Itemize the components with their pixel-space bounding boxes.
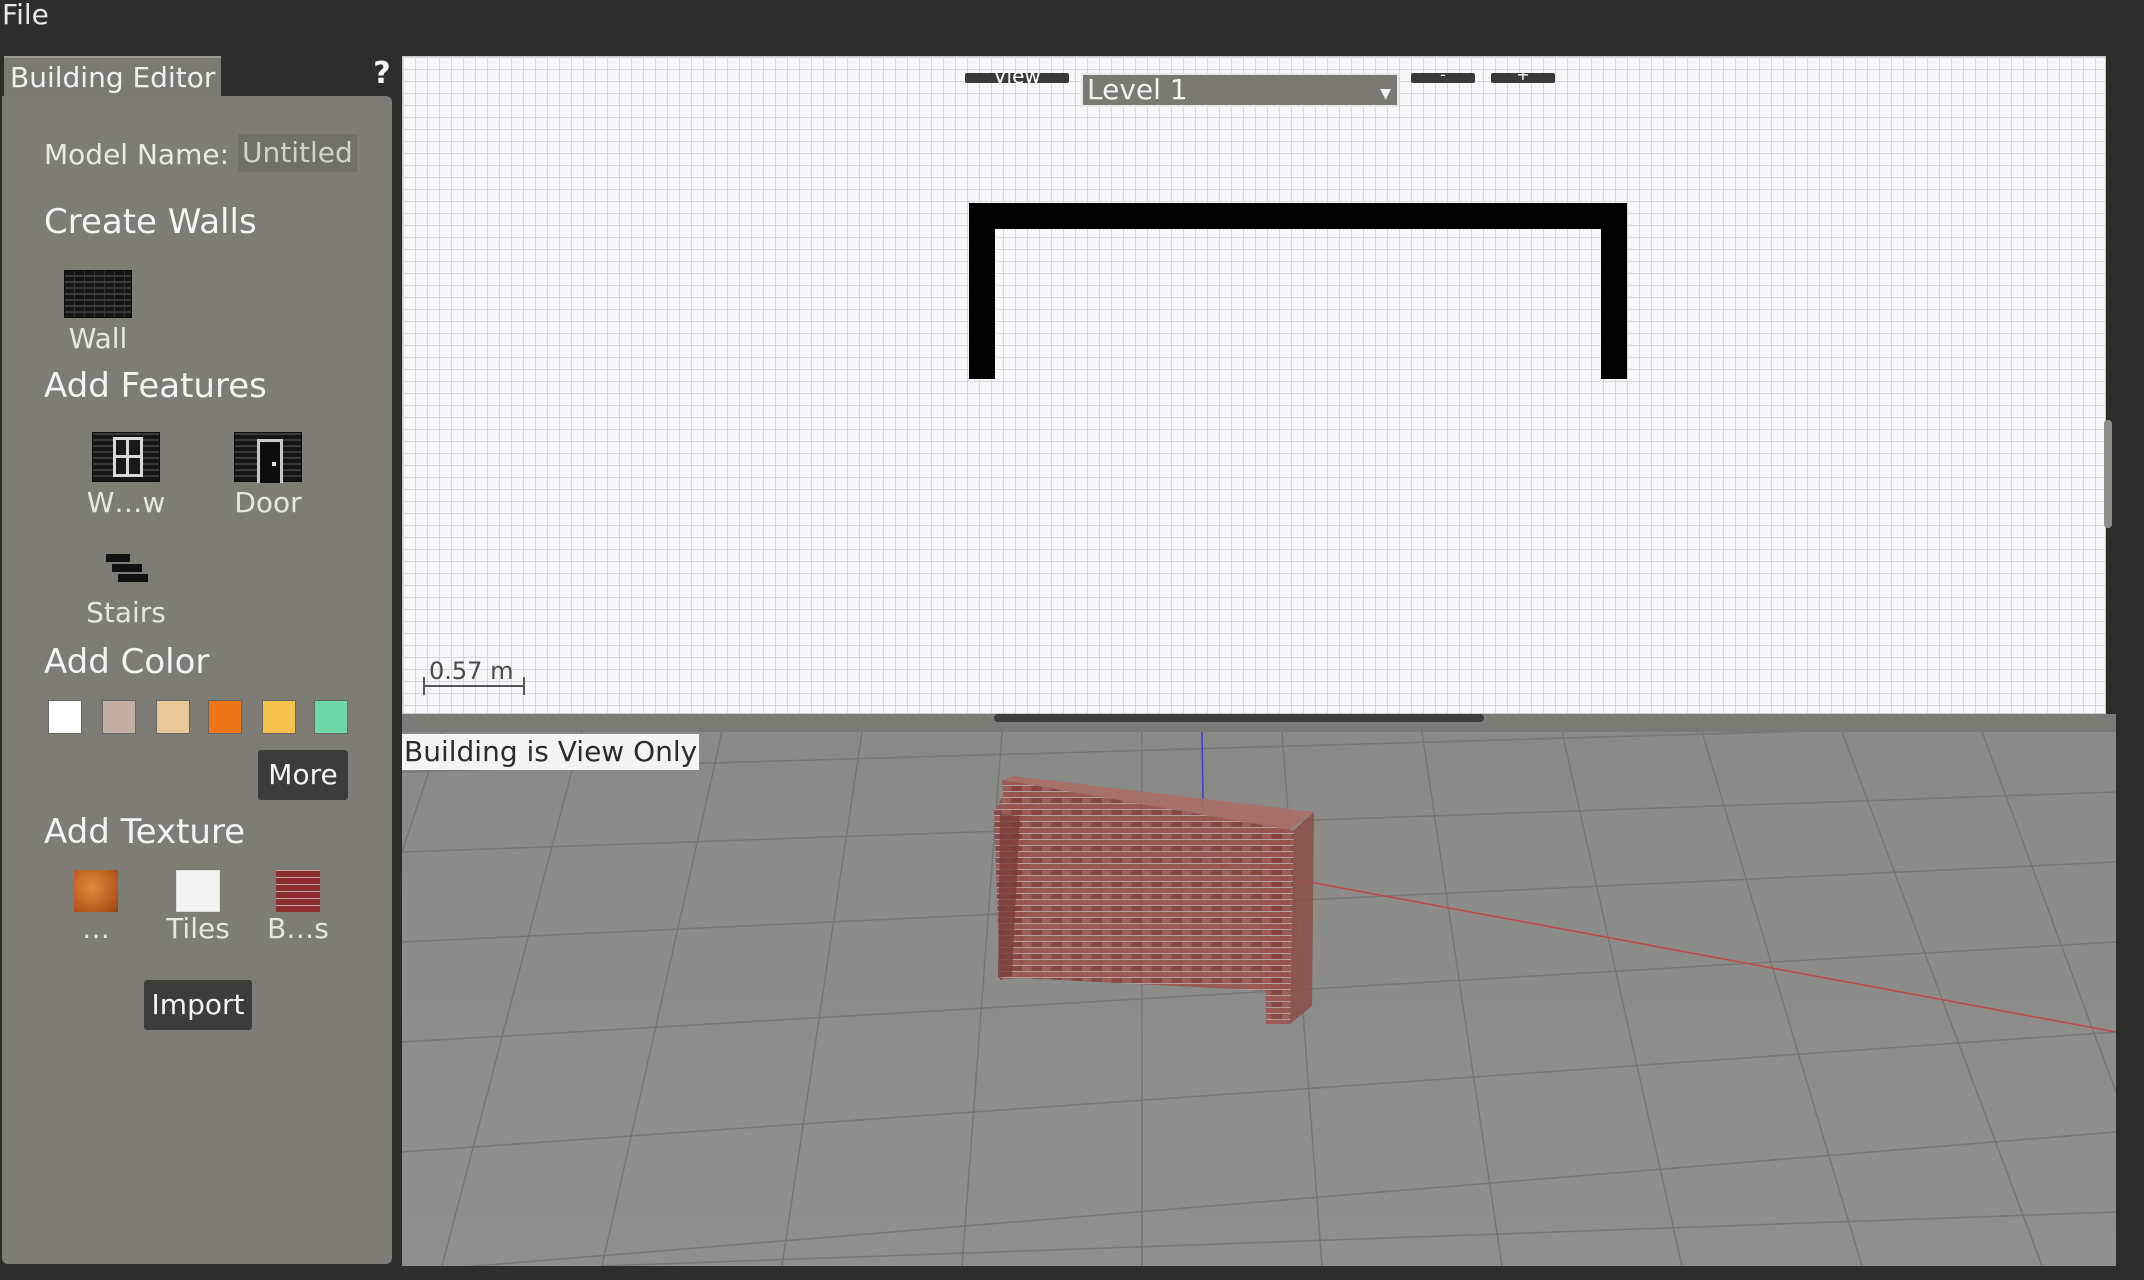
- wall-tool-label: Wall: [68, 322, 128, 355]
- panel-splitter-handle[interactable]: [393, 650, 397, 670]
- stairs-icon: [102, 552, 150, 588]
- view-3d-canvas[interactable]: Building is View Only: [402, 732, 2116, 1266]
- stairs-tool-label: Stairs: [86, 596, 166, 629]
- wood-texture-icon: [74, 870, 118, 912]
- building-editor-panel: Model Name: Untitled Create Walls Wall A…: [2, 96, 392, 1264]
- add-texture-heading: Add Texture: [44, 812, 246, 852]
- model-name-field[interactable]: Untitled: [238, 134, 357, 172]
- view-button[interactable]: View: [965, 73, 1069, 83]
- door-tool-button[interactable]: Door: [218, 432, 318, 519]
- tiles-texture-icon: [176, 870, 220, 912]
- model-name-label: Model Name:: [44, 138, 230, 171]
- menu-bar: File: [0, 0, 2144, 54]
- texture-tiles-button[interactable]: Tiles: [150, 870, 246, 945]
- brick-texture-icon: [276, 870, 320, 912]
- building-editor-tab[interactable]: Building Editor: [4, 56, 222, 96]
- color-swatch-mint[interactable]: [314, 700, 348, 734]
- window-tool-label: W…w: [86, 486, 166, 519]
- wall-segment-left[interactable]: [969, 203, 995, 379]
- create-walls-heading: Create Walls: [44, 202, 257, 242]
- import-button[interactable]: Import: [144, 980, 252, 1030]
- scale-bar: [423, 677, 525, 695]
- texture-wood-button[interactable]: …: [48, 870, 144, 945]
- stairs-tool-button[interactable]: Stairs: [76, 552, 176, 629]
- wall-tool-button[interactable]: Wall: [58, 270, 138, 355]
- texture-tiles-label: Tiles: [166, 912, 230, 945]
- view-3d-scene: [402, 732, 2116, 1266]
- color-swatch-white[interactable]: [48, 700, 82, 734]
- right-gutter: [2112, 56, 2144, 1266]
- texture-wood-label: …: [82, 912, 110, 945]
- vertical-scrollbar-thumb[interactable]: [2104, 420, 2112, 528]
- level-select-value: Level 1: [1087, 73, 1188, 106]
- horizontal-scrollbar[interactable]: [994, 714, 1484, 722]
- window-tool-button[interactable]: W…w: [76, 432, 176, 519]
- door-tool-label: Door: [234, 486, 302, 519]
- color-swatch-tan[interactable]: [156, 700, 190, 734]
- texture-bricks-button[interactable]: B…s: [250, 870, 346, 945]
- color-swatch-taupe[interactable]: [102, 700, 136, 734]
- color-swatch-orange[interactable]: [208, 700, 242, 734]
- menu-file-label: File: [2, 0, 49, 31]
- door-icon: [234, 432, 302, 483]
- add-features-heading: Add Features: [44, 366, 267, 406]
- status-strip: [0, 1266, 2144, 1280]
- chevron-down-icon: ▼: [1380, 86, 1391, 102]
- zoom-out-button[interactable]: -: [1411, 73, 1475, 83]
- level-select[interactable]: Level 1 ▼: [1081, 73, 1399, 107]
- brick-wall-icon: [64, 270, 132, 318]
- add-color-heading: Add Color: [44, 642, 210, 682]
- menu-file[interactable]: File: [2, 0, 49, 34]
- question-mark-icon[interactable]: ?: [372, 56, 392, 92]
- zoom-in-button[interactable]: +: [1491, 73, 1555, 83]
- color-swatch-yellow[interactable]: [262, 700, 296, 734]
- editor-2d-canvas[interactable]: View Level 1 ▼ - + 0.57 m: [402, 56, 2106, 714]
- more-colors-button[interactable]: More: [258, 750, 348, 800]
- wall-segment-right[interactable]: [1601, 203, 1627, 379]
- wall-segment-top[interactable]: [969, 203, 1627, 229]
- window-icon: [92, 432, 160, 482]
- building-editor-app: File Building Editor ? Model Name: Untit…: [0, 0, 2144, 1280]
- texture-bricks-label: B…s: [267, 912, 329, 945]
- view-only-status: Building is View Only: [402, 734, 700, 770]
